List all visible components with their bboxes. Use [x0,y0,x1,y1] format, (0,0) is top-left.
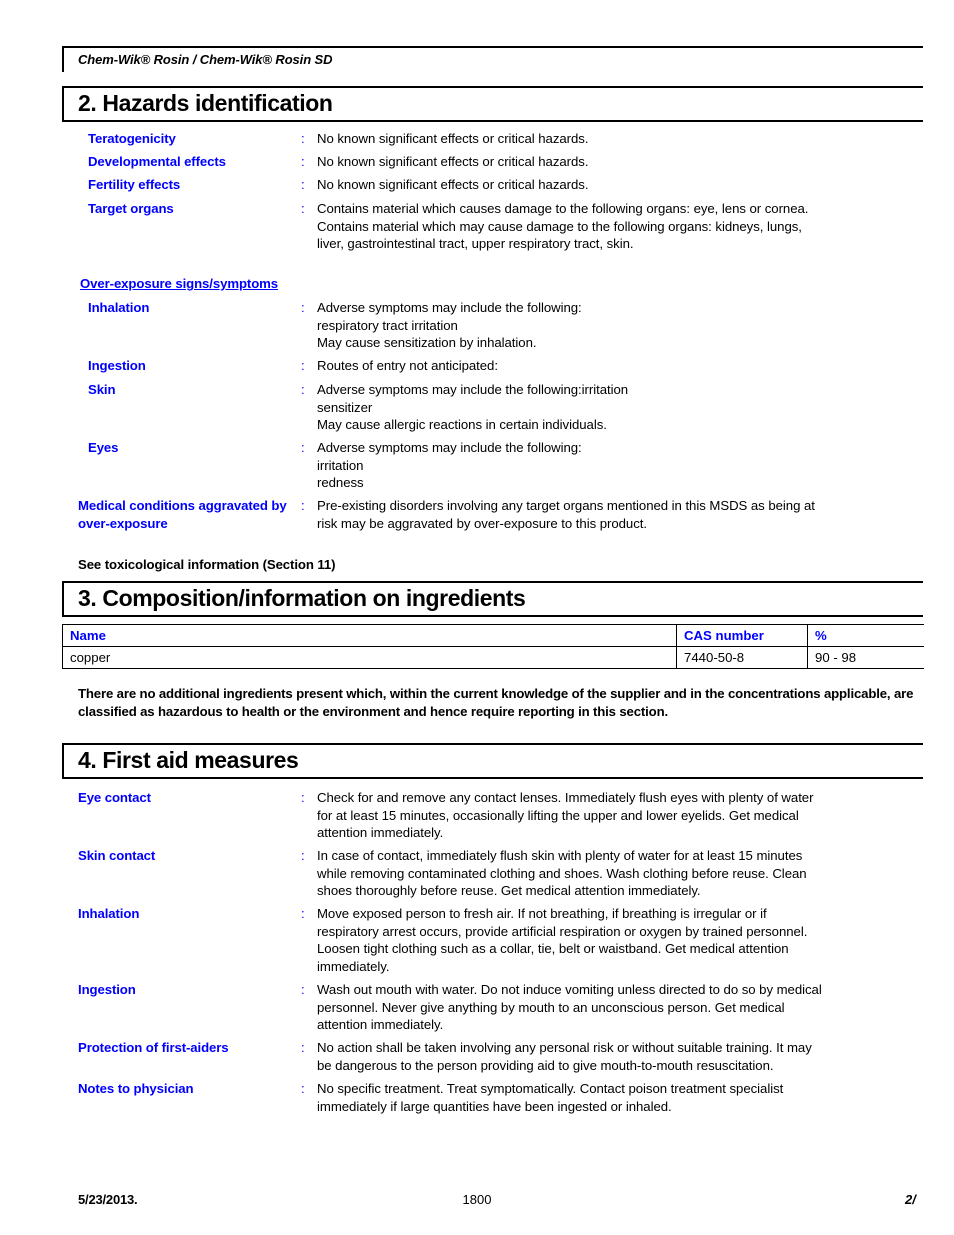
section-heading-first-aid-text: 4. First aid measures [78,747,299,773]
row-label: Developmental effects [88,154,226,169]
page-footer: 5/23/2013. 1800 2/ [0,1192,954,1210]
document-header-title: Chem-Wik® Rosin / Chem-Wik® Rosin SD [78,52,333,67]
row-colon: : [301,498,305,513]
row-value: No known significant effects or critical… [317,154,589,169]
footer-center-code: 1800 [462,1192,492,1207]
row-label: Inhalation [78,906,140,921]
row-label: Inhalation [88,300,150,315]
section-heading-composition: 3. Composition/information on ingredient… [62,581,923,617]
row-label: Teratogenicity [88,131,176,146]
row-value: Pre-existing disorders involving any tar… [317,498,815,531]
row-colon: : [301,982,305,997]
row-value: Contains material which causes damage to… [317,201,809,251]
row-value: Routes of entry not anticipated: [317,358,498,373]
row-colon: : [301,1040,305,1055]
section-heading-hazards-text: 2. Hazards identification [78,90,333,116]
row-label: Eye contact [78,790,151,805]
row-colon: : [301,177,305,192]
row-value: No action shall be taken involving any p… [317,1040,812,1073]
row-value: Adverse symptoms may include the followi… [317,300,582,350]
row-colon: : [301,358,305,373]
section-heading-hazards: 2. Hazards identification [62,86,923,122]
footer-page-number: 2/ [905,1192,916,1207]
row-colon: : [301,300,305,315]
row-label: Target organs [88,201,174,216]
row-label: Skin contact [78,848,156,863]
row-value: No specific treatment. Treat symptomatic… [317,1081,784,1114]
row-colon: : [301,440,305,455]
toxicological-info-note: See toxicological information (Section 1… [78,557,336,572]
section-heading-first-aid: 4. First aid measures [62,743,923,779]
msds-page: Chem-Wik® Rosin / Chem-Wik® Rosin SD 2. … [0,0,954,1235]
column-header-name: Name [62,624,677,647]
column-header-percent: % [807,624,924,647]
row-colon: : [301,154,305,169]
row-colon: : [301,131,305,146]
row-colon: : [301,382,305,397]
row-value: Adverse symptoms may include the followi… [317,382,629,432]
over-exposure-subheading: Over-exposure signs/symptoms [80,276,279,291]
cell-percent: 90 - 98 [807,646,924,669]
row-label: Notes to physician [78,1081,194,1096]
table-header-row: Name CAS number % [62,624,924,647]
cell-name: copper [62,646,677,669]
row-colon: : [301,1081,305,1096]
table-row: copper 7440-50-8 90 - 98 [62,646,924,669]
row-label: Ingestion [78,982,136,997]
composition-note: There are no additional ingredients pres… [78,686,914,719]
ingredients-table: Name CAS number % copper 7440-50-8 90 - … [62,624,924,669]
column-header-cas: CAS number [676,624,808,647]
document-header-bar: Chem-Wik® Rosin / Chem-Wik® Rosin SD [62,46,923,72]
row-value: No known significant effects or critical… [317,131,589,146]
row-label: Eyes [88,440,119,455]
cell-cas: 7440-50-8 [676,646,808,669]
row-value: In case of contact, immediately flush sk… [317,848,807,898]
row-label: Protection of first-aiders [78,1040,229,1055]
section-heading-composition-text: 3. Composition/information on ingredient… [78,585,526,611]
row-value: Wash out mouth with water. Do not induce… [317,982,822,1032]
row-value: Check for and remove any contact lenses.… [317,790,814,840]
row-colon: : [301,848,305,863]
row-label: Fertility effects [88,177,181,192]
row-colon: : [301,790,305,805]
row-colon: : [301,906,305,921]
row-value: Move exposed person to fresh air. If not… [317,906,808,974]
row-label: Medical conditions aggravated by over-ex… [78,498,287,531]
row-value: Adverse symptoms may include the followi… [317,440,582,490]
row-colon: : [301,201,305,216]
row-value: No known significant effects or critical… [317,177,589,192]
row-label: Skin [88,382,116,397]
row-label: Ingestion [88,358,146,373]
